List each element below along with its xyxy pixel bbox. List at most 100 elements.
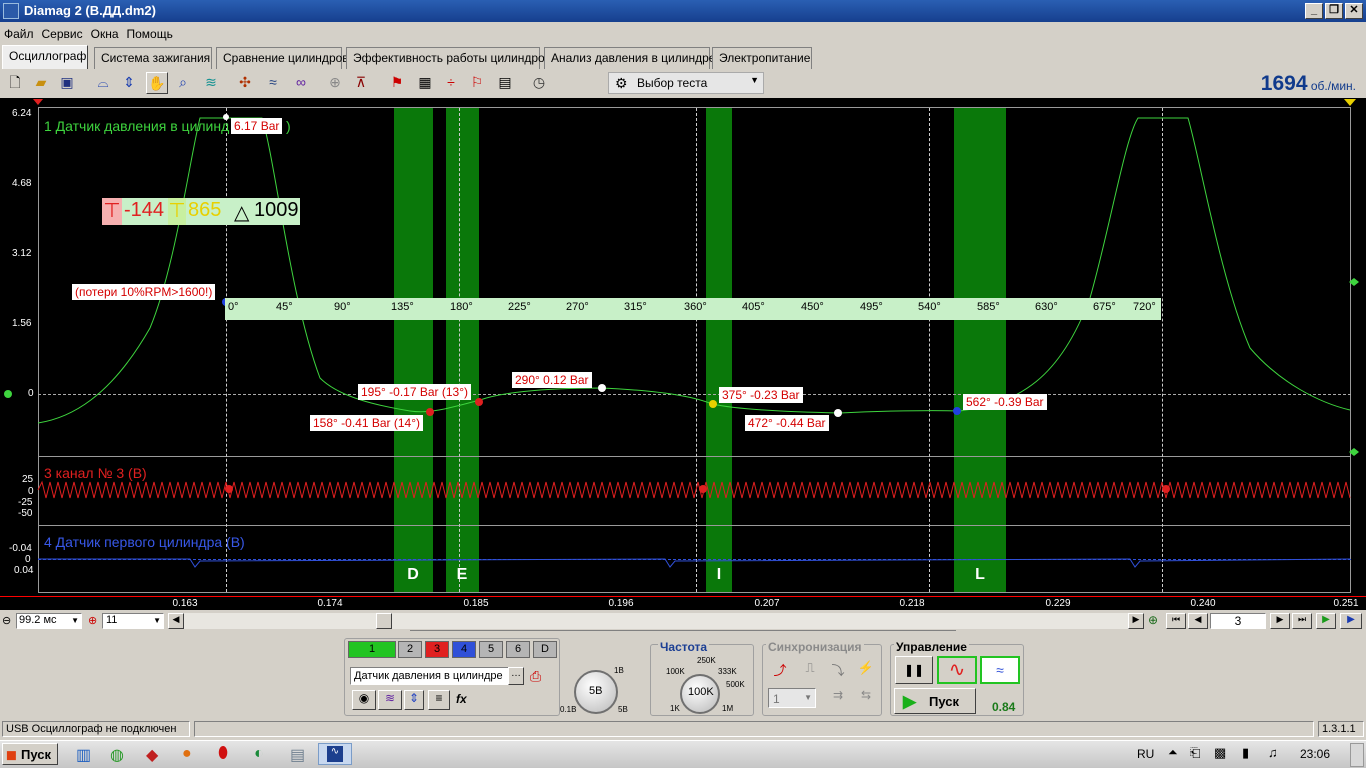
tab-power-supply[interactable]: Электропитание [712,47,812,69]
x-tick: 0.240 [1190,598,1216,609]
multi-wave-button[interactable]: ≈ [980,656,1020,684]
tab-cylinder-compare[interactable]: Сравнение цилиндров [216,47,349,69]
scroll-thumb[interactable] [376,613,392,629]
channel-5-button[interactable]: 5 [479,641,503,658]
zoom-out-icon[interactable]: ⊖ [2,614,11,627]
explorer-icon[interactable]: ▥ [76,745,91,765]
opera-icon[interactable]: ⬮ [218,745,228,763]
sensor-select[interactable]: Датчик давления в цилиндре [350,667,514,685]
speaker-icon[interactable]: ♫ [1268,745,1278,760]
panel-splitter[interactable] [410,630,956,636]
marker-filter-icon[interactable]: ⚑ [386,72,408,94]
new-file-icon[interactable]: 🗋 [4,72,26,94]
lines-icon[interactable]: ≡ [428,690,450,710]
tab-bar: Осциллограф Система зажигания Сравнение … [0,45,1366,69]
wave-overlay-icon[interactable]: ≈ [262,72,284,94]
menu-help[interactable]: Помощь [123,24,177,44]
hand-tool-icon[interactable]: ✋ [146,72,168,94]
menu-service[interactable]: Сервис [38,24,87,44]
cursor-cross-icon[interactable]: ✣ [234,72,256,94]
sync-channel-select[interactable]: 1 ▼ [768,688,816,708]
auto-sync-icon[interactable]: ⊕ [324,72,346,94]
tray-arrow-icon[interactable]: ⏶ [1168,745,1178,760]
scroll-right-button[interactable]: ▶ [1128,613,1144,629]
sensor-settings-icon[interactable]: ⎙ [530,668,541,685]
scroll-left-button[interactable]: ◀ [168,613,184,629]
first-frame-button[interactable]: ⏮ [1166,613,1186,629]
auto-scale-icon[interactable]: ⌓ [92,72,114,94]
sync-level-icon[interactable]: ⇉ [828,688,848,708]
wave-compare-icon[interactable]: ∞ [290,72,312,94]
channel-3-button[interactable]: 3 [425,641,449,658]
sync-step-icon[interactable]: ⎍ [800,660,820,680]
sync-falling-icon[interactable]: ⤵ [828,660,848,680]
play-forward-button[interactable]: ▶ [1340,613,1362,629]
filter-icon[interactable]: ≋ [200,72,222,94]
timebase-select[interactable]: 99.2 мс ▼ [16,613,82,629]
sensor-more-button[interactable]: … [508,667,524,685]
last-frame-button[interactable]: ⏭ [1292,613,1312,629]
messenger-icon[interactable]: ◐ [254,745,264,763]
minimize-button[interactable]: _ [1305,3,1323,19]
horizontal-scrollbar[interactable] [184,613,1128,629]
tab-ignition[interactable]: Система зажигания [94,47,212,69]
sync-rising-icon[interactable]: ⤴ [770,660,790,680]
diamag-task-button[interactable]: ∿ [318,743,352,765]
vertical-scale-icon[interactable]: ⇕ [118,72,140,94]
clock[interactable]: 23:06 [1300,747,1330,761]
position-icon[interactable]: ⇕ [404,690,424,710]
test-select[interactable]: ⚙ Выбор теста ▼ [608,72,764,94]
start-menu-button[interactable]: ◼ Пуск [2,743,58,765]
start-button[interactable]: ▶ Пуск [894,688,976,714]
next-frame-button[interactable]: ▶ [1270,613,1290,629]
menu-file[interactable]: Файл [0,24,38,44]
zoom-icon[interactable]: ⌕ [172,72,194,94]
channel-6-button[interactable]: 6 [506,641,530,658]
sync-auto-icon[interactable]: ⚡ [856,660,876,680]
eye-icon[interactable]: ◉ [352,690,376,710]
chrome-icon[interactable]: ◍ [110,745,124,765]
wave-icon[interactable]: ≋ [378,690,402,710]
channel-2-button[interactable]: 2 [398,641,422,658]
prev-frame-button[interactable]: ◀ [1188,613,1208,629]
single-wave-button[interactable]: ∿ [937,656,977,684]
add-frame-icon[interactable]: ⊕ [1148,613,1158,627]
trigger-zero-icon[interactable]: ⊼ [350,72,372,94]
function-icon[interactable]: fx [456,692,467,706]
signal-icon[interactable]: ▮ [1242,745,1249,761]
tab-cylinder-efficiency[interactable]: Эффективность работы цилиндров [346,47,551,69]
frame-number[interactable]: 3 [1210,613,1266,629]
notes-icon[interactable]: ▤ [290,745,305,765]
target-icon[interactable]: ⊕ [88,614,97,627]
document-icon[interactable]: ▤ [494,72,516,94]
auto-timer-icon[interactable]: ◷ [528,72,550,94]
pause-button[interactable]: ❚❚ [895,656,933,684]
trigger-marker [33,99,43,105]
tab-oscilloscope[interactable]: Осциллограф [2,45,88,69]
close-button[interactable]: ✕ [1345,3,1363,19]
open-folder-icon[interactable]: ▰ [30,72,52,94]
split-icon[interactable]: ÷ [440,72,462,94]
tray-app-icon[interactable]: ▩ [1214,745,1226,761]
app-icon-2[interactable]: ◆ [146,745,158,765]
channel-4-button[interactable]: 4 [452,641,476,658]
sync-shift-icon[interactable]: ⇆ [856,688,876,708]
play-button[interactable]: ▶ [1316,613,1336,629]
sync-channel-value: 1 [773,692,780,706]
x-tick: 0.251 [1333,598,1359,609]
grid-icon[interactable]: ▦ [414,72,436,94]
firefox-icon[interactable]: ● [182,745,192,763]
channel-digital-button[interactable]: D [533,641,557,658]
show-desktop-button[interactable] [1350,743,1364,767]
y-tick: -25 [18,497,33,508]
channel-1-button[interactable]: 1 [348,641,396,658]
menu-windows[interactable]: Окна [87,24,123,44]
flag-icon[interactable]: ⚐ [466,72,488,94]
oscilloscope-plot[interactable]: 6.24 4.68 3.12 1.56 0 25 0 -25 -50 -0.04… [0,98,1366,596]
language-indicator[interactable]: RU [1137,747,1154,761]
save-icon[interactable]: ▣ [56,72,78,94]
maximize-button[interactable]: ❐ [1325,3,1343,19]
zoom-select[interactable]: 11 ▼ [102,613,164,629]
tab-pressure-analysis[interactable]: Анализ давления в цилиндре [544,47,715,69]
tray-network-icon[interactable]: ⎗ [1190,745,1200,761]
